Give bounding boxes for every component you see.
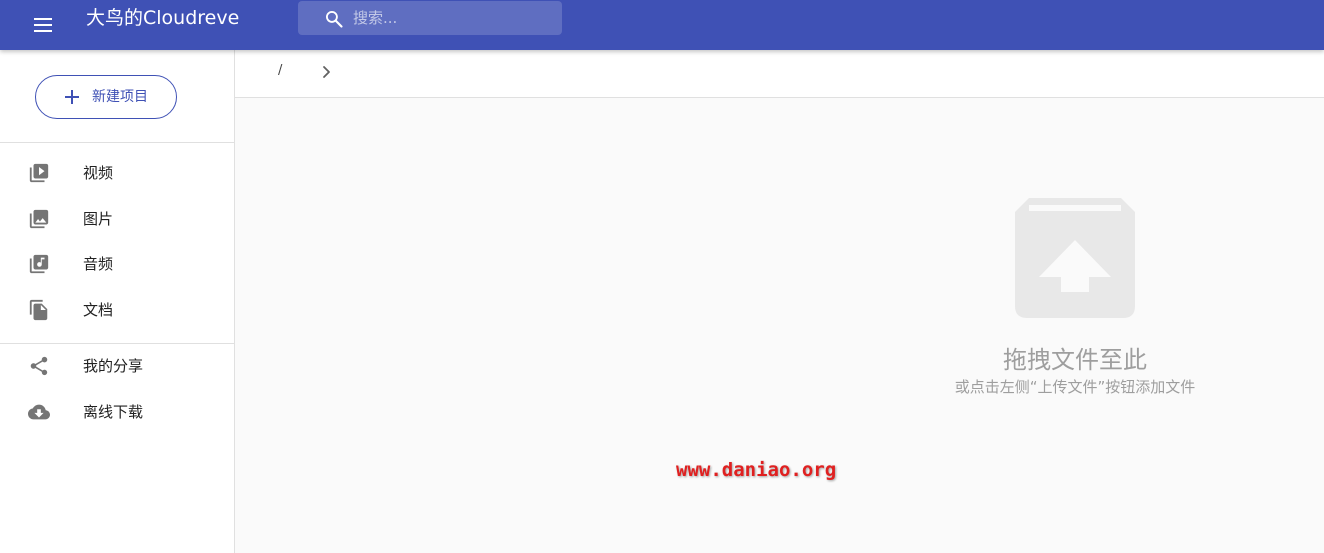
sidebar-item-label: 我的分享 <box>83 357 144 375</box>
sidebar-item-label: 离线下载 <box>83 403 144 421</box>
watermark-text: www.daniao.org <box>676 459 837 481</box>
app-title[interactable]: 大鸟的Cloudreve <box>86 0 239 36</box>
sidebar-item-documents[interactable]: 文档 <box>0 287 234 333</box>
search-box[interactable] <box>298 1 562 35</box>
empty-drop-zone[interactable]: 拖拽文件至此 或点击左侧“上传文件”按钮添加文件 <box>925 198 1225 408</box>
sidebar-divider <box>0 142 235 143</box>
new-item-label: 新建项目 <box>92 89 148 105</box>
new-item-button[interactable]: 新建项目 <box>35 75 177 119</box>
app-bar: 大鸟的Cloudreve <box>0 0 1324 50</box>
plus-icon <box>65 90 79 104</box>
sidebar-item-label: 图片 <box>83 210 114 228</box>
photo-library-icon <box>29 209 49 229</box>
menu-icon <box>34 18 52 32</box>
search-input[interactable] <box>353 1 553 35</box>
sidebar-item-my-shares[interactable]: 我的分享 <box>0 343 234 389</box>
menu-button[interactable] <box>30 12 56 38</box>
sidebar: 新建项目 视频 图片 音频 文档 我的分享 离线下载 <box>0 50 235 553</box>
sidebar-item-images[interactable]: 图片 <box>0 196 234 242</box>
file-manager-main: / 拖拽文件至此 或点击左侧“上传文件”按钮添加文件 www.daniao.or… <box>235 50 1324 553</box>
drop-title: 拖拽文件至此 <box>1003 346 1147 374</box>
breadcrumb: / <box>235 50 1324 98</box>
upload-box-icon <box>1015 198 1135 318</box>
video-library-icon <box>29 163 49 183</box>
chevron-right-icon[interactable] <box>318 64 334 80</box>
drop-hint: 或点击左侧“上传文件”按钮添加文件 <box>954 378 1196 396</box>
sidebar-item-video[interactable]: 视频 <box>0 150 234 196</box>
cloud-download-icon <box>28 404 50 420</box>
breadcrumb-root[interactable]: / <box>278 63 282 78</box>
document-icon <box>29 299 48 321</box>
share-icon <box>30 356 48 376</box>
sidebar-item-offline-download[interactable]: 离线下载 <box>0 389 234 435</box>
sidebar-item-audio[interactable]: 音频 <box>0 241 234 287</box>
sidebar-item-label: 音频 <box>83 255 114 273</box>
music-library-icon <box>29 254 49 274</box>
sidebar-item-label: 视频 <box>83 164 114 182</box>
search-icon <box>326 11 343 28</box>
sidebar-item-label: 文档 <box>83 301 114 319</box>
